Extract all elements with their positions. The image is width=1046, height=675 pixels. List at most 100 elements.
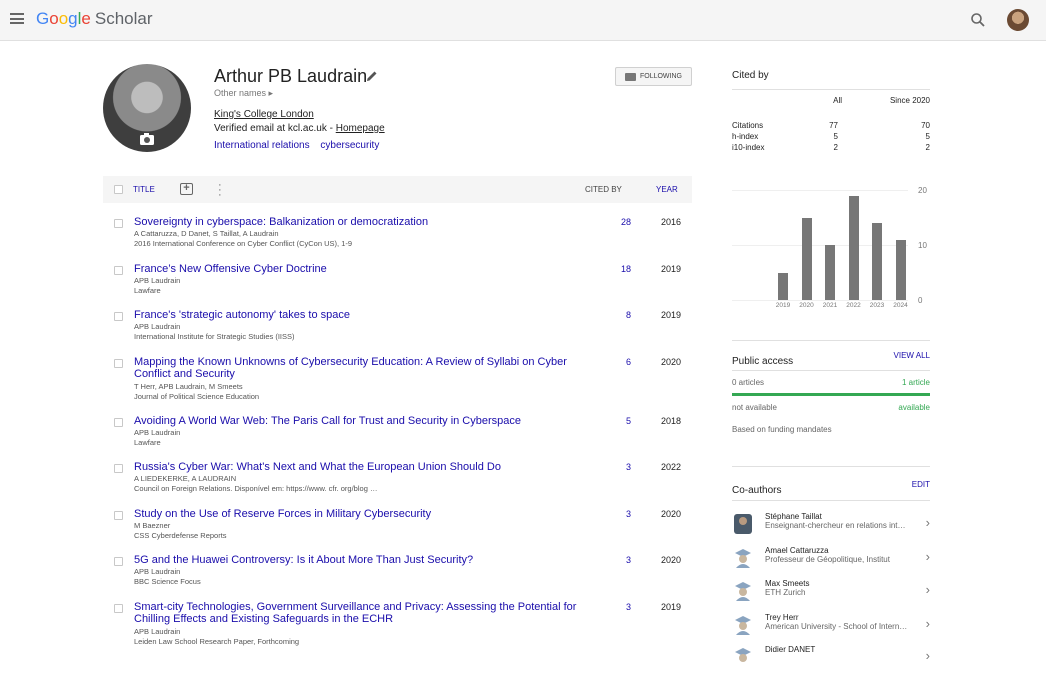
select-all-checkbox[interactable] [114,185,123,194]
article-title[interactable]: France's 'strategic autonomy' takes to s… [134,309,584,321]
article-authors: T Herr, APB Laudrain, M Smeets [134,382,243,391]
interest-link[interactable]: cybersecurity [320,140,379,151]
metric-all: 77 [829,121,838,130]
cited-by-count[interactable]: 18 [615,264,631,274]
chart-bar[interactable] [825,245,835,300]
chart-bar[interactable] [848,195,859,300]
article-title[interactable]: Smart-city Technologies, Government Surv… [134,601,584,625]
coauthor-affiliation: Professeur de Géopolitique, Institut [765,555,890,564]
chart-bar[interactable] [895,239,906,300]
row-checkbox[interactable] [114,557,123,566]
row-checkbox[interactable] [114,418,123,427]
metric-label: i10-index [732,143,765,152]
camera-icon[interactable] [140,133,154,145]
article-title[interactable]: Avoiding A World War Web: The Paris Call… [134,415,584,427]
x-tick-label: 2020 [799,302,814,309]
row-checkbox[interactable] [114,266,123,275]
more-options-icon[interactable]: · · · [218,180,222,201]
other-names-toggle[interactable]: Other names ▸ [214,88,273,99]
public-access-progress-bar [732,393,930,396]
article-authors: APB Laudrain [134,567,181,576]
view-all-link[interactable]: VIEW ALL [894,351,930,360]
row-checkbox[interactable] [114,312,123,321]
coauthor-item[interactable]: Stéphane Taillat Enseignant-chercheur en… [732,512,930,542]
coauthor-item[interactable]: Trey Herr American University - School o… [732,613,930,643]
google-scholar-logo[interactable]: Google Scholar [36,9,153,29]
x-tick-label: 2021 [822,302,838,309]
top-bar: Google Scholar [0,0,1046,41]
chart-bar[interactable] [801,217,812,300]
coauthors-header: Co-authors EDIT [732,480,930,498]
article-title[interactable]: Study on the Use of Reserve Forces in Mi… [134,508,584,520]
article-title[interactable]: Mapping the Known Unknowns of Cybersecur… [134,356,584,380]
search-icon[interactable] [970,12,986,28]
coauthor-placeholder-icon [735,549,751,568]
sort-by-title[interactable]: TITLE [133,185,155,194]
article-venue: BBC Science Focus [134,577,201,586]
funding-mandates-note: Based on funding mandates [732,425,832,434]
profile-name: Arthur PB Laudrain [214,66,368,86]
row-checkbox[interactable] [114,464,123,473]
hamburger-menu-icon[interactable] [10,13,24,24]
y-tick-label: 20 [918,186,927,195]
coauthor-item[interactable]: Max Smeets ETH Zurich › [732,579,930,609]
row-checkbox[interactable] [114,359,123,368]
sort-by-year[interactable]: YEAR [656,185,678,194]
article-title[interactable]: Russia's Cyber War: What's Next and What… [134,461,584,473]
article-title[interactable]: Sovereignty in cyberspace: Balkanization… [134,216,584,228]
article-title[interactable]: France’s New Offensive Cyber Doctrine [134,263,584,275]
sort-by-cited[interactable]: CITED BY [585,185,622,194]
chart-bar[interactable] [778,272,788,300]
x-tick-label: 2022 [846,302,861,309]
chart-bar[interactable] [872,223,882,300]
coauthor-affiliation: American University - School of Internat… [765,622,908,631]
cited-by-count[interactable]: 6 [615,357,631,367]
cited-by-count[interactable]: 3 [615,555,631,565]
x-tick-label: 2023 [869,302,885,309]
article-authors: A Cattaruzza, D Danet, S Taillat, A Laud… [134,229,279,238]
y-tick-label: 0 [918,296,923,305]
article-venue: Journal of Political Science Education [134,392,260,401]
public-access-counts: 0 articles 1 article [732,378,930,387]
article-year: 2020 [661,555,682,565]
coauthor-name: Max Smeets [765,579,810,588]
divider [732,89,930,90]
affiliation-link[interactable]: King's College London [214,109,314,120]
article-venue: CSS Cyberdefense Reports [134,531,227,540]
article-year: 2019 [661,310,682,320]
cited-by-count[interactable]: 28 [615,217,631,227]
interest-link[interactable]: International relations [214,140,310,151]
article-title[interactable]: 5G and the Huawei Controversy: Is it Abo… [134,554,584,566]
row-checkbox[interactable] [114,219,123,228]
metric-since: 2 [925,143,930,152]
articles-table-header: TITLE + · · · CITED BY YEAR [103,176,692,203]
gridline [732,300,908,301]
metric-since: 70 [921,121,930,130]
homepage-link[interactable]: Homepage [336,123,385,134]
metric-row: Citations 77 70 [732,121,930,132]
follow-button[interactable]: FOLLOWING [615,67,692,86]
add-article-icon[interactable]: + [180,183,193,195]
cited-by-count[interactable]: 5 [615,416,631,426]
edit-coauthors-link[interactable]: EDIT [912,480,930,489]
article-authors: APB Laudrain [134,428,181,437]
coauthor-item[interactable]: Didier DANET › [732,645,930,675]
row-checkbox[interactable] [114,604,123,613]
cited-by-count[interactable]: 3 [615,602,631,612]
cited-by-count[interactable]: 3 [615,509,631,519]
cited-by-count[interactable]: 3 [615,462,631,472]
pencil-edit-icon[interactable] [366,70,378,82]
account-avatar[interactable] [1007,9,1029,31]
not-available-label: not available [732,403,777,412]
metric-label: h-index [732,132,759,141]
public-access-title: Public access [732,356,794,367]
verified-email: Verified email at kcl.ac.uk - Homepage [214,123,385,134]
row-checkbox[interactable] [114,511,123,520]
cited-by-title: Cited by [732,70,769,81]
coauthor-item[interactable]: Amael Cattaruzza Professeur de Géopoliti… [732,546,930,576]
article-year: 2016 [661,217,682,227]
article-authors: APB Laudrain [134,627,181,636]
chevron-right-icon: › [925,549,930,564]
cited-by-count[interactable]: 8 [615,310,631,320]
divider [732,370,930,371]
